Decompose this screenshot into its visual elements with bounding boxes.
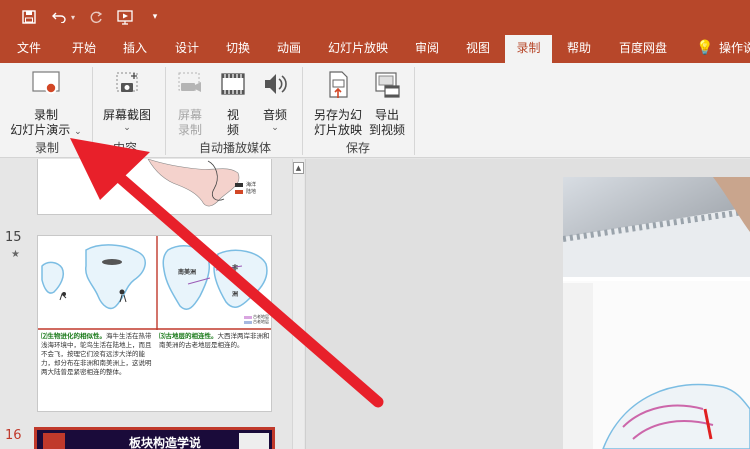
scroll-up-arrow-icon[interactable]: ▲ bbox=[293, 162, 304, 174]
film-icon bbox=[216, 69, 250, 105]
tab-insert[interactable]: 插入 bbox=[123, 34, 147, 63]
powerpoint-window: ▾ ▾ 文件 开始 插入 设计 切换 动画 幻灯片放映 审阅 视图 录制 帮助 … bbox=[0, 0, 750, 449]
ribbon-tabs: 文件 开始 插入 设计 切换 动画 幻灯片放映 审阅 视图 录制 帮助 百度网盘… bbox=[0, 34, 750, 63]
save-as-show-button[interactable]: 另存为幻 灯片放映 bbox=[308, 69, 368, 138]
map-image bbox=[147, 159, 243, 207]
caption-title-right: ⑶古地层的相连性。 bbox=[159, 332, 218, 340]
save-as-show-icon bbox=[308, 69, 368, 105]
screenshot-button[interactable]: 屏幕截图 ⌄ bbox=[98, 69, 156, 133]
group-label-save: 保存 bbox=[346, 141, 371, 155]
current-slide-canvas[interactable] bbox=[563, 177, 750, 449]
legend-label-2: 古老地层 bbox=[253, 319, 269, 324]
tab-help[interactable]: 帮助 bbox=[567, 34, 591, 63]
video-label-line1: 视 bbox=[226, 108, 239, 122]
tab-recording[interactable]: 录制 bbox=[505, 35, 552, 63]
chevron-down-icon: ⌄ bbox=[271, 123, 279, 133]
slide-caption-left: ⑵生物进化的相似性。海牛生活在热带浅海环境中，鸵鸟生活在陆地上，而且不会飞，按理… bbox=[41, 332, 154, 377]
map-label-south-america: 南美洲 bbox=[178, 269, 197, 276]
slide-number-current: 16 bbox=[5, 428, 22, 443]
slide-photo bbox=[563, 177, 750, 449]
slide-thumbnail-15[interactable]: 南美洲 非 洲 古老地层 古老地层 ⑵生物进化的相似性。海牛生活在热带浅海环境中… bbox=[37, 235, 272, 412]
audio-button[interactable]: 音频 ⌄ bbox=[256, 69, 294, 133]
record-label-line1: 录制 bbox=[33, 108, 58, 122]
export-video-icon bbox=[368, 69, 406, 105]
title-bar: ▾ ▾ bbox=[0, 0, 750, 34]
record-label-line2: 幻灯片演示 ⌄ bbox=[10, 123, 82, 137]
chevron-down-icon: ⌄ bbox=[123, 123, 131, 133]
export-video-button[interactable]: 导出 到视频 bbox=[368, 69, 406, 138]
tell-me-search[interactable]: 操作说 bbox=[719, 34, 750, 63]
record-slideshow-button[interactable]: 录制 幻灯片演示 ⌄ bbox=[6, 69, 86, 138]
screen-recording-icon bbox=[172, 69, 208, 105]
group-label-record: 录制 bbox=[35, 141, 60, 155]
tab-design[interactable]: 设计 bbox=[175, 34, 199, 63]
tab-review[interactable]: 审阅 bbox=[415, 34, 439, 63]
slide-thumb-decoration bbox=[43, 433, 65, 449]
slide-thumbnail-14[interactable]: 海洋 陆地 bbox=[37, 159, 272, 215]
tab-baidu-netdisk[interactable]: 百度网盘 bbox=[619, 34, 667, 63]
slide-caption-right: ⑶古地层的相连性。大西洋两岸非洲和南美洲的古老地层是相连的。 bbox=[159, 332, 270, 350]
lightbulb-icon[interactable]: 💡 bbox=[696, 34, 713, 63]
group-divider bbox=[165, 67, 166, 155]
group-label-content: 内容 bbox=[113, 141, 138, 155]
group-divider bbox=[302, 67, 303, 155]
map-label-africa-2: 洲 bbox=[232, 291, 239, 298]
undo-icon[interactable] bbox=[50, 7, 68, 27]
screen-recording-button[interactable]: 屏幕 录制 bbox=[172, 69, 208, 138]
slide-number: 15 bbox=[5, 230, 22, 245]
save-as-show-label-line2: 灯片放映 bbox=[313, 123, 362, 137]
continents-map-image bbox=[38, 236, 271, 330]
video-button[interactable]: 视 频 bbox=[216, 69, 250, 138]
tab-animations[interactable]: 动画 bbox=[277, 34, 301, 63]
tab-home[interactable]: 开始 bbox=[72, 34, 96, 63]
caption-title-left: ⑵生物进化的相似性。 bbox=[41, 332, 106, 340]
ribbon: 录制 幻灯片演示 ⌄ 录制 屏幕截图 ⌄ 内容 屏幕 录制 视 频 音频 ⌄ 自… bbox=[0, 63, 750, 158]
screen-record-label-line1: 屏幕 bbox=[177, 108, 202, 122]
group-label-autoplay-media: 自动播放媒体 bbox=[199, 141, 272, 155]
slide-thumb-image bbox=[239, 433, 269, 449]
tab-slideshow[interactable]: 幻灯片放映 bbox=[328, 34, 388, 63]
legend-land-label: 陆地 bbox=[246, 189, 257, 195]
record-screen-icon bbox=[6, 69, 86, 105]
slide-thumbnail-16-selected[interactable]: 板块构造学说 bbox=[34, 427, 275, 449]
video-label-line2: 频 bbox=[226, 123, 239, 137]
audio-label: 音频 bbox=[262, 108, 287, 122]
tab-transitions[interactable]: 切换 bbox=[226, 34, 250, 63]
tab-file[interactable]: 文件 bbox=[17, 34, 41, 63]
tab-view[interactable]: 视图 bbox=[466, 34, 490, 63]
group-divider bbox=[414, 67, 415, 155]
screenshot-label: 屏幕截图 bbox=[102, 108, 151, 122]
map-label-africa-1: 非 bbox=[232, 265, 239, 272]
screen-record-label-line2: 录制 bbox=[177, 123, 202, 137]
animation-star-icon: ★ bbox=[11, 249, 20, 260]
customize-toolbar-icon[interactable]: ▾ bbox=[148, 7, 162, 27]
group-divider bbox=[92, 67, 93, 155]
redo-icon[interactable] bbox=[88, 7, 104, 27]
save-icon[interactable] bbox=[20, 7, 38, 27]
save-as-show-label-line1: 另存为幻 bbox=[313, 108, 362, 122]
export-video-label-line2: 到视频 bbox=[368, 123, 405, 137]
screenshot-icon bbox=[98, 69, 156, 105]
slide-16-title: 板块构造学说 bbox=[129, 436, 202, 449]
chevron-down-icon: ⌄ bbox=[74, 127, 82, 137]
thumbnail-scrollbar[interactable] bbox=[292, 159, 304, 449]
undo-dropdown-icon[interactable]: ▾ bbox=[68, 7, 78, 27]
speaker-icon bbox=[256, 69, 294, 105]
export-video-label-line1: 导出 bbox=[374, 108, 399, 122]
start-from-beginning-icon[interactable] bbox=[116, 7, 136, 27]
